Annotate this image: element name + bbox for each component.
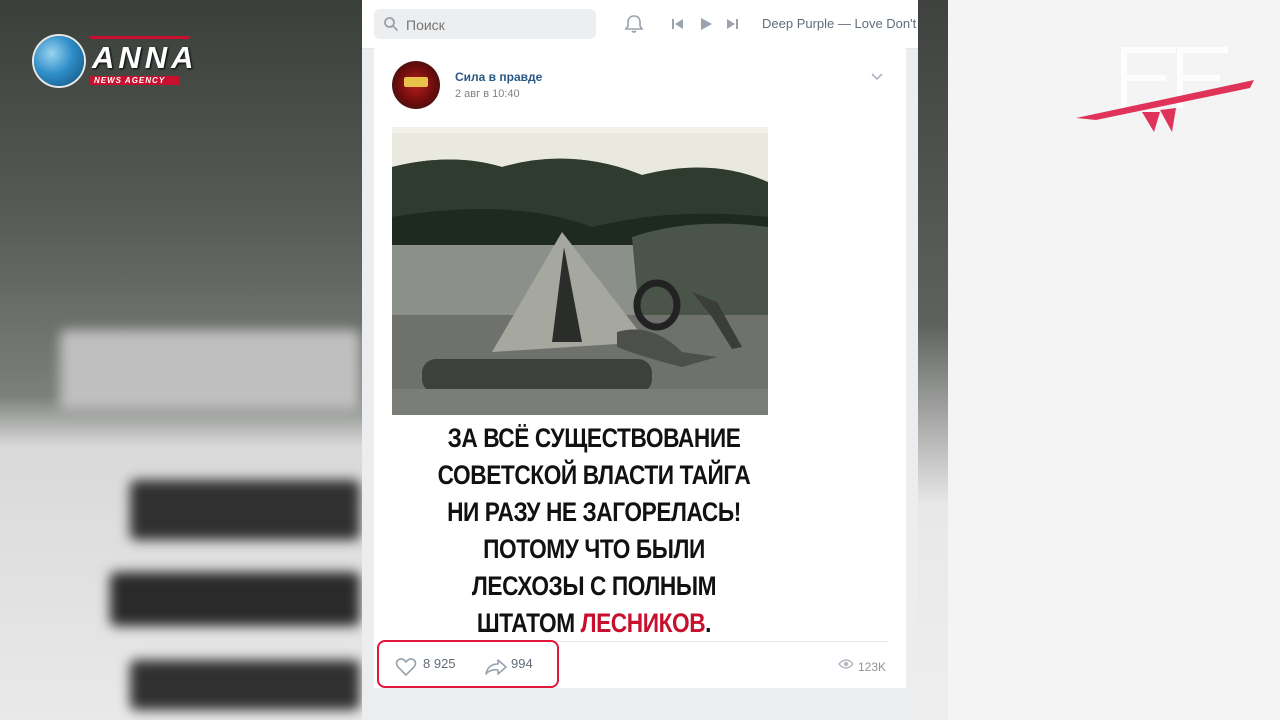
search-icon	[384, 17, 398, 31]
wall-post: Сила в правде 2 авг в 10:40 ЗА ВСЁ СУЩЕС…	[374, 48, 906, 688]
blur-text-block	[110, 572, 360, 626]
logo-name: ANNA	[92, 40, 198, 75]
blur-water	[60, 330, 360, 410]
ff-logo	[1076, 47, 1254, 132]
caption-line: ПОТОМУ ЧТО БЫЛИ	[483, 534, 705, 564]
current-track-title[interactable]: Deep Purple — Love Don't	[762, 16, 918, 31]
caption-line: ЛЕСХОЗЫ С ПОЛНЫМ	[471, 571, 717, 601]
caption-highlight: ЛЕСНИКОВ	[580, 608, 706, 638]
previous-track-icon[interactable]	[671, 17, 685, 31]
post-caption: ЗА ВСЁ СУЩЕСТВОВАНИЕ СОВЕТСКОЙ ВЛАСТИ ТА…	[409, 420, 779, 642]
post-photo[interactable]	[392, 127, 768, 415]
logo-stripe	[90, 36, 190, 39]
next-track-icon[interactable]	[725, 17, 739, 31]
bell-icon[interactable]	[623, 13, 645, 35]
views-count: 123K	[858, 660, 887, 674]
blur-text-block	[130, 480, 360, 540]
caption-line: ШТАТОМ ЛЕСНИКОВ.	[409, 605, 779, 642]
caption-text: ШТАТОМ	[476, 608, 581, 638]
vk-header: Deep Purple — Love Don't	[362, 0, 918, 49]
blur-text-block	[130, 660, 360, 710]
highlight-box	[377, 640, 559, 688]
caption-line: ЗА ВСЁ СУЩЕСТВОВАНИЕ	[447, 423, 741, 453]
search-box[interactable]	[374, 9, 596, 39]
logo-subtitle: NEWS AGENCY	[90, 76, 180, 85]
caption-text: .	[705, 608, 712, 638]
anna-logo: ANNA NEWS AGENCY	[34, 34, 194, 90]
background-blur-left	[0, 0, 362, 720]
globe-icon	[34, 36, 84, 86]
avatar-emblem	[404, 77, 428, 87]
post-date[interactable]: 2 авг в 10:40	[455, 88, 520, 100]
avatar[interactable]	[392, 61, 440, 109]
play-icon[interactable]	[699, 17, 713, 31]
caption-line: СОВЕТСКОЙ ВЛАСТИ ТАЙГА	[437, 460, 751, 490]
eye-icon	[838, 659, 854, 669]
post-author[interactable]: Сила в правде	[455, 70, 542, 84]
caption-line: НИ РАЗУ НЕ ЗАГОРЕЛАСЬ!	[447, 497, 741, 527]
search-input[interactable]	[404, 14, 588, 36]
vk-panel: Deep Purple — Love Don't Сила в правде 2…	[362, 0, 918, 720]
chevron-down-icon[interactable]	[870, 72, 884, 82]
background-blur-right	[918, 0, 948, 720]
